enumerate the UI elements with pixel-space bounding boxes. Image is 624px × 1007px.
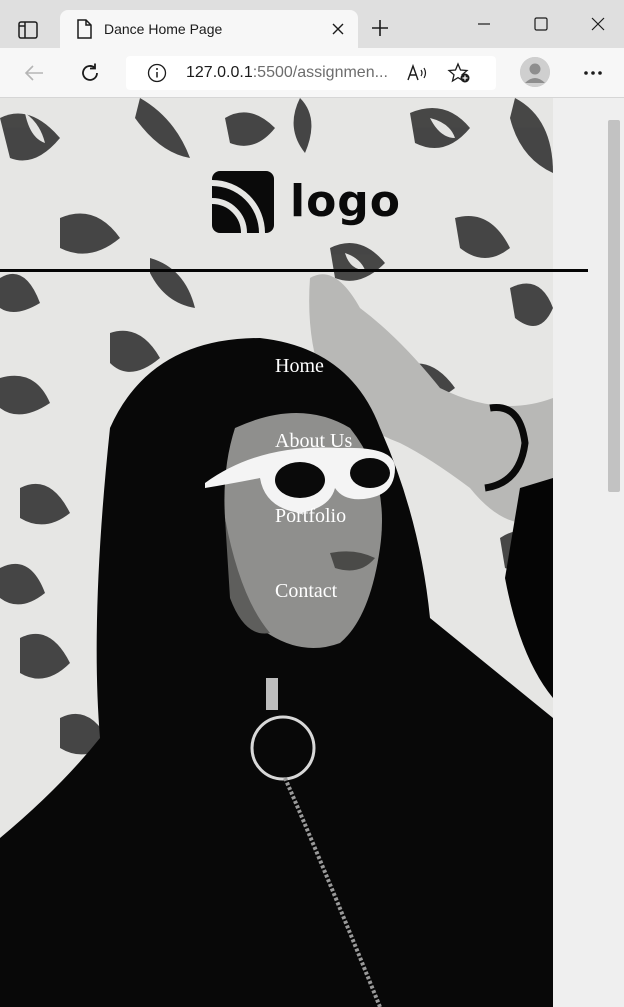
url-text: 127.0.0.1:5500/assignmen... xyxy=(186,64,402,82)
new-tab-button[interactable] xyxy=(366,14,394,42)
close-icon xyxy=(332,23,344,35)
plus-icon xyxy=(372,20,388,36)
refresh-icon xyxy=(82,63,98,81)
main-nav: Home About Us Portfolio Contact xyxy=(275,354,352,654)
nav-about-us[interactable]: About Us xyxy=(275,429,352,504)
url-host: 127.0.0.1 xyxy=(186,64,253,81)
more-icon xyxy=(584,71,602,75)
zipper-pull xyxy=(266,678,278,710)
back-button[interactable] xyxy=(16,56,52,90)
browser-titlebar: Dance Home Page xyxy=(0,0,624,48)
nav-home[interactable]: Home xyxy=(275,354,352,429)
page-viewport: logo Home About Us Portfolio Contact xyxy=(0,98,624,1007)
refresh-button[interactable] xyxy=(72,56,108,90)
logo-text: logo xyxy=(290,176,402,227)
info-icon xyxy=(147,63,167,83)
tab-close-button[interactable] xyxy=(324,15,352,43)
favorite-add-icon xyxy=(447,62,470,83)
page-scrollbar[interactable] xyxy=(604,120,624,1007)
favorites-button[interactable] xyxy=(444,58,474,88)
tab-actions-button[interactable] xyxy=(10,12,46,48)
read-aloud-button[interactable] xyxy=(402,58,432,88)
settings-more-button[interactable] xyxy=(578,60,608,86)
minimize-button[interactable] xyxy=(466,6,502,42)
logo-rss-icon xyxy=(212,171,274,233)
window-close-button[interactable] xyxy=(580,6,616,42)
header-divider xyxy=(0,269,588,272)
tab-title: Dance Home Page xyxy=(104,21,223,37)
scrollbar-thumb[interactable] xyxy=(608,120,620,492)
site-logo[interactable]: logo xyxy=(212,171,401,233)
site-info-button[interactable] xyxy=(142,58,172,88)
window-close-icon xyxy=(591,17,605,31)
nav-contact[interactable]: Contact xyxy=(275,579,352,654)
hero-background-image: logo Home About Us Portfolio Contact xyxy=(0,98,553,1007)
profile-button[interactable] xyxy=(520,57,550,87)
read-aloud-icon xyxy=(407,63,427,81)
profile-icon xyxy=(520,57,550,87)
nav-portfolio[interactable]: Portfolio xyxy=(275,504,352,579)
url-path: :5500/assignmen... xyxy=(252,64,388,81)
tab-actions-icon xyxy=(18,21,38,39)
browser-tab[interactable]: Dance Home Page xyxy=(60,10,358,48)
minimize-icon xyxy=(478,23,490,25)
address-bar[interactable]: 127.0.0.1:5500/assignmen... xyxy=(126,56,496,90)
maximize-button[interactable] xyxy=(523,6,559,42)
maximize-icon xyxy=(534,17,548,31)
back-arrow-icon xyxy=(24,65,43,81)
page-icon xyxy=(77,19,92,39)
lens-right xyxy=(350,458,390,488)
